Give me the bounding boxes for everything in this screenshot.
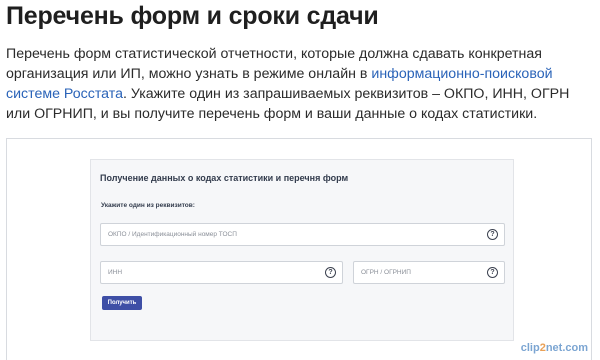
- page: Перечень форм и сроки сдачи Перечень фор…: [0, 0, 600, 360]
- submit-button[interactable]: Получить: [102, 296, 142, 310]
- statistics-codes-form: Получение данных о кодах статистики и пе…: [90, 159, 514, 341]
- help-icon[interactable]: ?: [487, 267, 498, 278]
- inn-input[interactable]: ИНН ?: [100, 261, 343, 284]
- watermark-part: clip: [520, 342, 540, 354]
- intro-paragraph: Перечень форм статистической отчетности,…: [6, 44, 592, 124]
- ogrn-input[interactable]: ОГРН / ОГРНИП ?: [353, 261, 505, 284]
- page-title: Перечень форм и сроки сдачи: [6, 2, 379, 30]
- help-icon[interactable]: ?: [487, 229, 498, 240]
- form-label: Укажите один из реквизитов:: [101, 202, 195, 209]
- help-icon[interactable]: ?: [325, 267, 336, 278]
- watermark-logo: clip2net.com: [521, 342, 588, 354]
- embedded-screenshot-frame: Получение данных о кодах статистики и пе…: [6, 138, 592, 360]
- inn-placeholder: ИНН: [108, 269, 123, 276]
- form-title: Получение данных о кодах статистики и пе…: [100, 173, 349, 183]
- okpo-placeholder: ОКПО / Идентификационный номер ТОСП: [108, 231, 237, 238]
- ogrn-placeholder: ОГРН / ОГРНИП: [361, 269, 411, 276]
- okpo-input[interactable]: ОКПО / Идентификационный номер ТОСП ?: [100, 223, 505, 246]
- watermark-part: net.com: [545, 342, 588, 354]
